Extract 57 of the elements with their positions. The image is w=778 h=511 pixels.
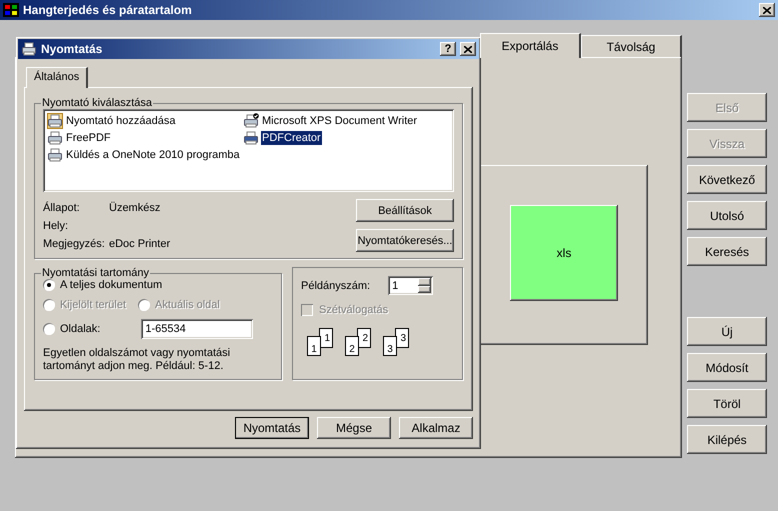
radio-icon[interactable] [43,323,55,335]
nav-button[interactable]: Következő [687,165,767,194]
add-printer-icon [47,112,63,128]
info-value: Üzemkész [109,202,162,214]
info-value: eDoc Printer [109,238,170,250]
page-sheet: 1 [319,328,333,348]
radio-icon[interactable] [43,279,55,291]
pages-field[interactable]: 1-65534 [141,319,254,339]
printer-icon [47,130,63,146]
nav-button[interactable]: Töröl [687,389,767,418]
radio-option[interactable]: A teljes dokumentum [43,279,273,291]
copies-spinner[interactable]: 1 [388,276,434,295]
printer-item[interactable]: FreePDF [65,130,112,144]
printer-item[interactable]: Nyomtató hozzáadása [65,114,176,128]
close-icon [464,46,472,52]
printer-icon [243,112,259,128]
format-tile[interactable]: xls [510,205,618,301]
close-icon [763,6,771,14]
close-button[interactable] [460,42,476,56]
app-icon [3,3,19,17]
printer-list[interactable]: Nyomtató hozzáadása Microsoft XPS Document Writer FreePDF PDFCreator Küldés a OneNote 2010 programba [43,109,454,192]
group-title: Nyomtatási tartomány [41,267,150,279]
help-button[interactable]: ? [440,42,456,56]
tab[interactable]: Exportálás [480,33,581,58]
printer-icon [47,146,63,162]
nav-button[interactable]: Kilépés [687,425,767,454]
close-button[interactable] [759,3,775,17]
tab[interactable]: Általános [26,67,88,88]
info-label: Hely: [43,220,70,232]
page-sheet: 2 [357,328,371,348]
dialog-button[interactable]: Mégse [317,417,391,439]
range-hint: Egyetlen oldalszámot vagy nyomtatási tartományt adjon meg. Például: 5-12. [43,347,232,373]
dialog-title: Nyomtatás [41,42,104,56]
printer-icon [21,42,37,56]
group-title: Nyomtató kiválasztása [41,97,154,109]
dialog-button[interactable]: Nyomtatás [235,417,309,439]
info-label: Állapot: [43,202,81,214]
printer-item[interactable]: Küldés a OneNote 2010 programba [65,148,241,162]
nav-button[interactable]: Új [687,317,767,346]
dialog-button[interactable]: Nyomtatókeresés... [356,229,454,252]
printer-icon [243,130,259,146]
info-label: Megjegyzés: [43,238,106,250]
dialog-button[interactable]: Beállítások [356,199,454,222]
tab[interactable]: Távolság [581,35,682,57]
nav-button[interactable]: Utolsó [687,201,767,230]
printer-item[interactable]: Microsoft XPS Document Writer [261,114,418,128]
page-sheet: 2 [345,336,359,356]
radio-option[interactable]: Oldalak: [43,323,100,335]
copies-label: Példányszám: [301,280,370,292]
dialog-button[interactable]: Alkalmaz [399,417,473,439]
window-title: Hangterjedés és páratartalom [23,3,193,17]
page-sheet: 3 [383,336,397,356]
nav-button[interactable]: Keresés [687,237,767,266]
nav-button[interactable]: Módosít [687,353,767,382]
page-sheet: 1 [307,336,321,356]
page-sheet: 3 [395,328,409,348]
printer-item[interactable]: PDFCreator [261,130,322,144]
